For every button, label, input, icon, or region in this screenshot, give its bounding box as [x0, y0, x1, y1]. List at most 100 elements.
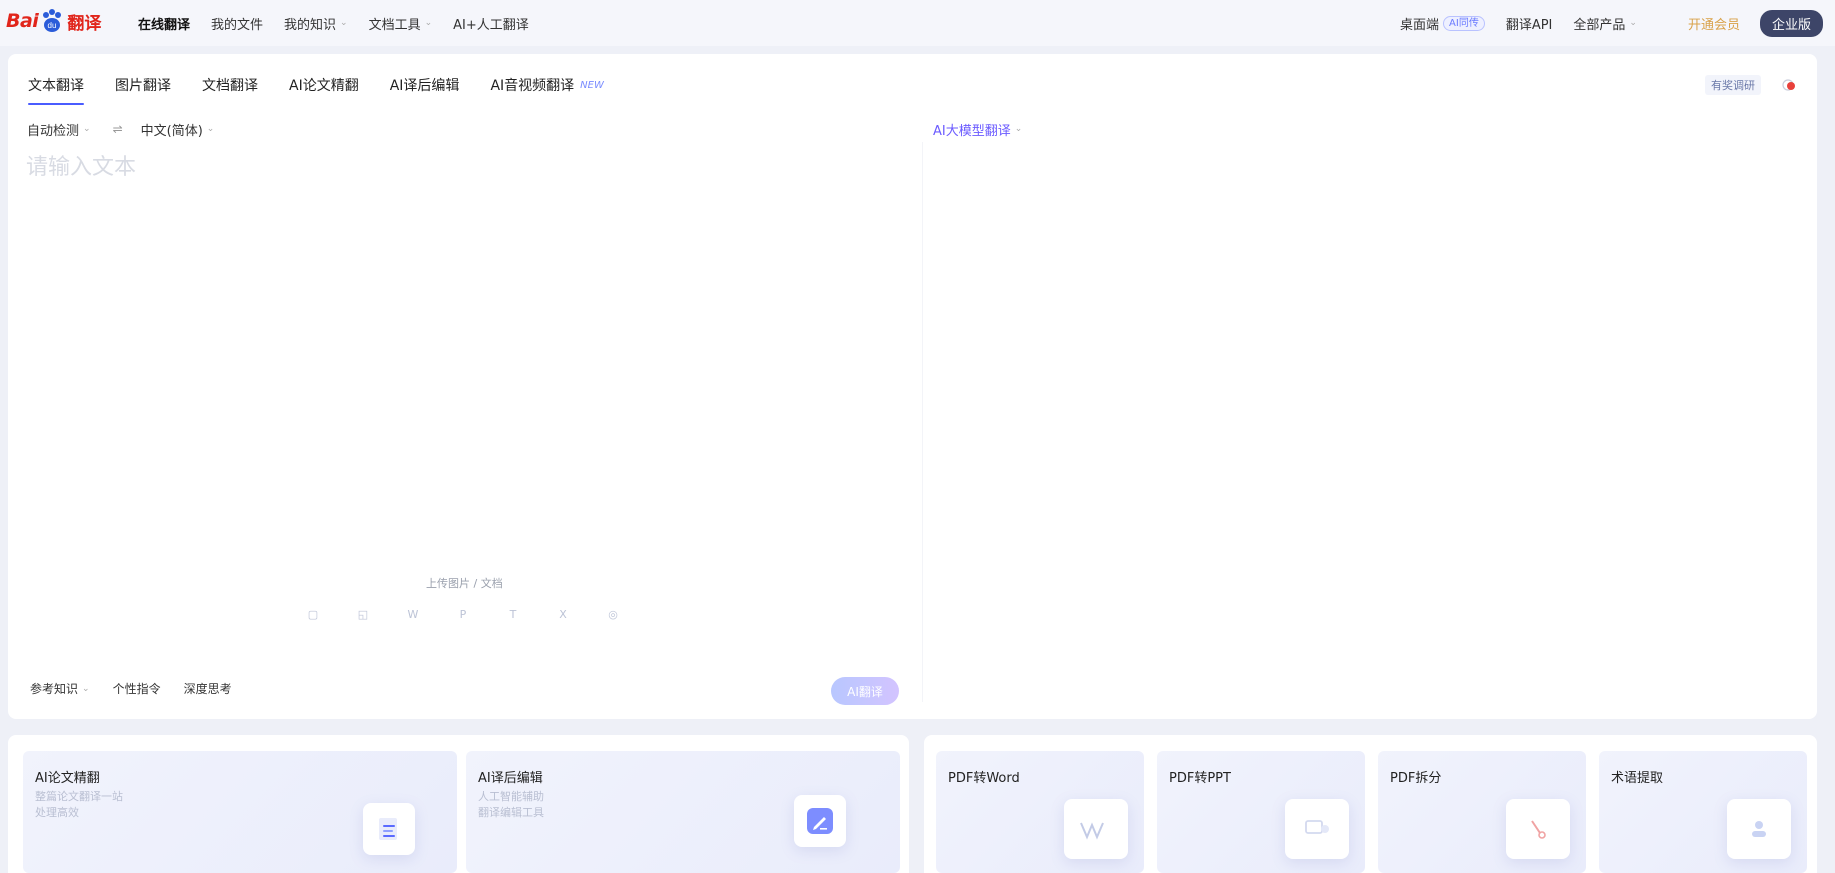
baidu-paw-icon: du — [43, 9, 62, 32]
card-subtitle-line: 翻译编辑工具 — [478, 806, 544, 819]
card-term-extraction[interactable]: 术语提取 — [1599, 751, 1807, 873]
card-ai-paper-translate[interactable]: AI论文精翻 整篇论文翻译一站 处理高效 — [23, 751, 457, 873]
nav-online-translate[interactable]: 在线翻译 — [138, 14, 190, 33]
language-selector-row: 自动检测 ⌄ ⇌ 中文(简体) ⌄ — [27, 116, 214, 142]
card-title: PDF转Word — [948, 771, 1020, 786]
word-art-icon — [1064, 799, 1128, 859]
card-title: PDF转PPT — [1169, 771, 1231, 786]
tab-ai-paper-translate[interactable]: AI论文精翻 — [289, 68, 359, 102]
model-select[interactable]: AI大模型翻译 ⌄ — [933, 116, 1022, 142]
term-art-icon — [1727, 799, 1791, 859]
feature-cards-left: AI论文精翻 整篇论文翻译一站 处理高效 AI译后编辑 人工智能辅助 翻译编辑工… — [8, 735, 909, 873]
excel-file-icon[interactable]: X — [552, 603, 574, 625]
card-subtitle: 整篇论文翻译一站 处理高效 — [35, 789, 123, 821]
txt-file-icon[interactable]: T — [502, 603, 524, 625]
chevron-down-icon: ⌄ — [82, 683, 90, 694]
custom-instruction-button[interactable]: 个性指令 — [113, 680, 161, 697]
pdf-file-icon[interactable]: ◱ — [352, 603, 374, 625]
nav-ai-human-translate[interactable]: AI+人工翻译 — [453, 14, 529, 33]
card-subtitle-line: 整篇论文翻译一站 — [35, 790, 123, 803]
card-pdf-to-ppt[interactable]: PDF转PPT — [1157, 751, 1365, 873]
nav-right-group: 桌面端 AI同传 翻译API 全部产品 ⌄ 开通会员 企业版 — [1400, 0, 1835, 46]
ai-simultaneous-badge: AI同传 — [1443, 15, 1485, 31]
card-title: AI译后编辑 — [478, 771, 543, 786]
card-title: 术语提取 — [1611, 771, 1664, 786]
split-art-icon — [1506, 799, 1570, 859]
card-ai-post-edit[interactable]: AI译后编辑 人工智能辅助 翻译编辑工具 — [466, 751, 900, 873]
card-pdf-split[interactable]: PDF拆分 — [1378, 751, 1586, 873]
chevron-down-icon: ⌄ — [1014, 124, 1023, 134]
reference-knowledge-label: 参考知识 — [30, 682, 79, 696]
target-language-select[interactable]: 中文(简体) ⌄ — [141, 120, 215, 139]
nav-desktop[interactable]: 桌面端 AI同传 — [1400, 14, 1485, 33]
nav-translate-api[interactable]: 翻译API — [1506, 14, 1553, 33]
nav-my-knowledge-label: 我的知识 — [284, 17, 337, 33]
deep-thinking-toggle[interactable]: 深度思考 — [184, 680, 232, 697]
document-art-icon — [363, 803, 415, 855]
nav-all-products[interactable]: 全部产品 ⌄ — [1573, 14, 1637, 33]
chevron-down-icon: ⌄ — [1629, 18, 1637, 28]
word-w-icon — [1080, 822, 1104, 840]
new-badge: NEW — [580, 79, 604, 91]
notification-dot-icon[interactable] — [1781, 77, 1797, 93]
card-subtitle: 人工智能辅助 翻译编辑工具 — [478, 789, 544, 821]
chevron-down-icon: ⌄ — [340, 18, 348, 28]
nav-my-files[interactable]: 我的文件 — [211, 14, 263, 33]
chevron-down-icon: ⌄ — [206, 124, 215, 134]
vip-button[interactable]: 开通会员 — [1688, 14, 1740, 33]
tab-text-translate[interactable]: 文本翻译 — [28, 68, 84, 105]
svg-text:du: du — [48, 21, 57, 30]
user-term-icon — [1752, 821, 1766, 837]
model-select-label: AI大模型翻译 — [933, 123, 1011, 139]
presentation-icon — [1305, 820, 1329, 834]
tab-ai-av-translate-label: AI音视频翻译 — [490, 78, 575, 94]
nav-doc-tools[interactable]: 文档工具 ⌄ — [369, 14, 433, 33]
ppt-file-icon[interactable]: P — [452, 603, 474, 625]
chevron-down-icon: ⌄ — [424, 18, 433, 28]
top-navigation-bar: Bai du 翻译 在线翻译 我的文件 我的知识 ⌄ 文档工具 ⌄ AI+人工翻… — [0, 0, 1835, 46]
card-title: PDF拆分 — [1390, 771, 1442, 786]
panel-divider — [922, 142, 923, 702]
reference-knowledge-select[interactable]: 参考知识 ⌄ — [30, 680, 90, 697]
card-pdf-to-word[interactable]: PDF转Word — [936, 751, 1144, 873]
tab-ai-post-edit[interactable]: AI译后编辑 — [390, 68, 460, 102]
pencil-icon — [807, 808, 833, 834]
card-subtitle-line: 人工智能辅助 — [478, 790, 544, 803]
source-text-input[interactable] — [26, 149, 896, 529]
document-lines-icon — [379, 818, 397, 840]
tab-image-translate[interactable]: 图片翻译 — [115, 68, 171, 102]
source-language-label: 自动检测 — [27, 123, 80, 139]
word-file-icon[interactable]: W — [402, 603, 424, 625]
ai-translate-button[interactable]: AI翻译 — [831, 677, 899, 705]
edit-art-icon — [794, 795, 846, 847]
other-file-icon[interactable]: ◎ — [602, 603, 624, 625]
file-type-icons: ▢ ◱ W P T X ◎ — [302, 603, 624, 625]
swap-language-icon[interactable]: ⇌ — [113, 122, 123, 136]
scissors-icon — [1531, 820, 1546, 839]
logo-text-bai: Bai — [6, 10, 39, 32]
survey-button[interactable]: 有奖调研 — [1705, 75, 1761, 95]
source-language-select[interactable]: 自动检测 ⌄ — [27, 120, 91, 139]
main-nav: 在线翻译 我的文件 我的知识 ⌄ 文档工具 ⌄ AI+人工翻译 — [138, 0, 550, 46]
nav-doc-tools-label: 文档工具 — [368, 17, 421, 33]
panel-top-right: 有奖调研 — [1705, 68, 1797, 102]
translate-panel: 文本翻译 图片翻译 文档翻译 AI论文精翻 AI译后编辑 AI音视频翻译 NEW… — [8, 54, 1817, 719]
translate-options: 参考知识 ⌄ 个性指令 深度思考 — [30, 680, 255, 697]
nav-my-knowledge[interactable]: 我的知识 ⌄ — [284, 14, 348, 33]
chevron-down-icon: ⌄ — [83, 124, 91, 134]
card-title: AI论文精翻 — [35, 771, 100, 786]
nav-all-products-label: 全部产品 — [1573, 17, 1626, 33]
feature-cards-right: PDF转Word PDF转PPT PDF拆分 术语提取 — [924, 735, 1817, 873]
enterprise-button[interactable]: 企业版 — [1759, 9, 1823, 37]
image-file-icon[interactable]: ▢ — [302, 603, 324, 625]
tab-document-translate[interactable]: 文档翻译 — [202, 68, 258, 102]
baidu-translate-logo[interactable]: Bai du 翻译 — [6, 5, 101, 37]
translate-tabs: 文本翻译 图片翻译 文档翻译 AI论文精翻 AI译后编辑 AI音视频翻译 NEW — [28, 68, 635, 105]
target-language-label: 中文(简体) — [140, 123, 203, 139]
tab-ai-av-translate[interactable]: AI音视频翻译 NEW — [490, 68, 603, 102]
card-subtitle-line: 处理高效 — [35, 806, 79, 819]
ppt-art-icon — [1285, 799, 1349, 859]
logo-text-fanyi: 翻译 — [67, 13, 102, 34]
nav-desktop-label: 桌面端 — [1400, 17, 1440, 33]
upload-hint[interactable]: 上传图片 / 文档 — [426, 575, 503, 591]
